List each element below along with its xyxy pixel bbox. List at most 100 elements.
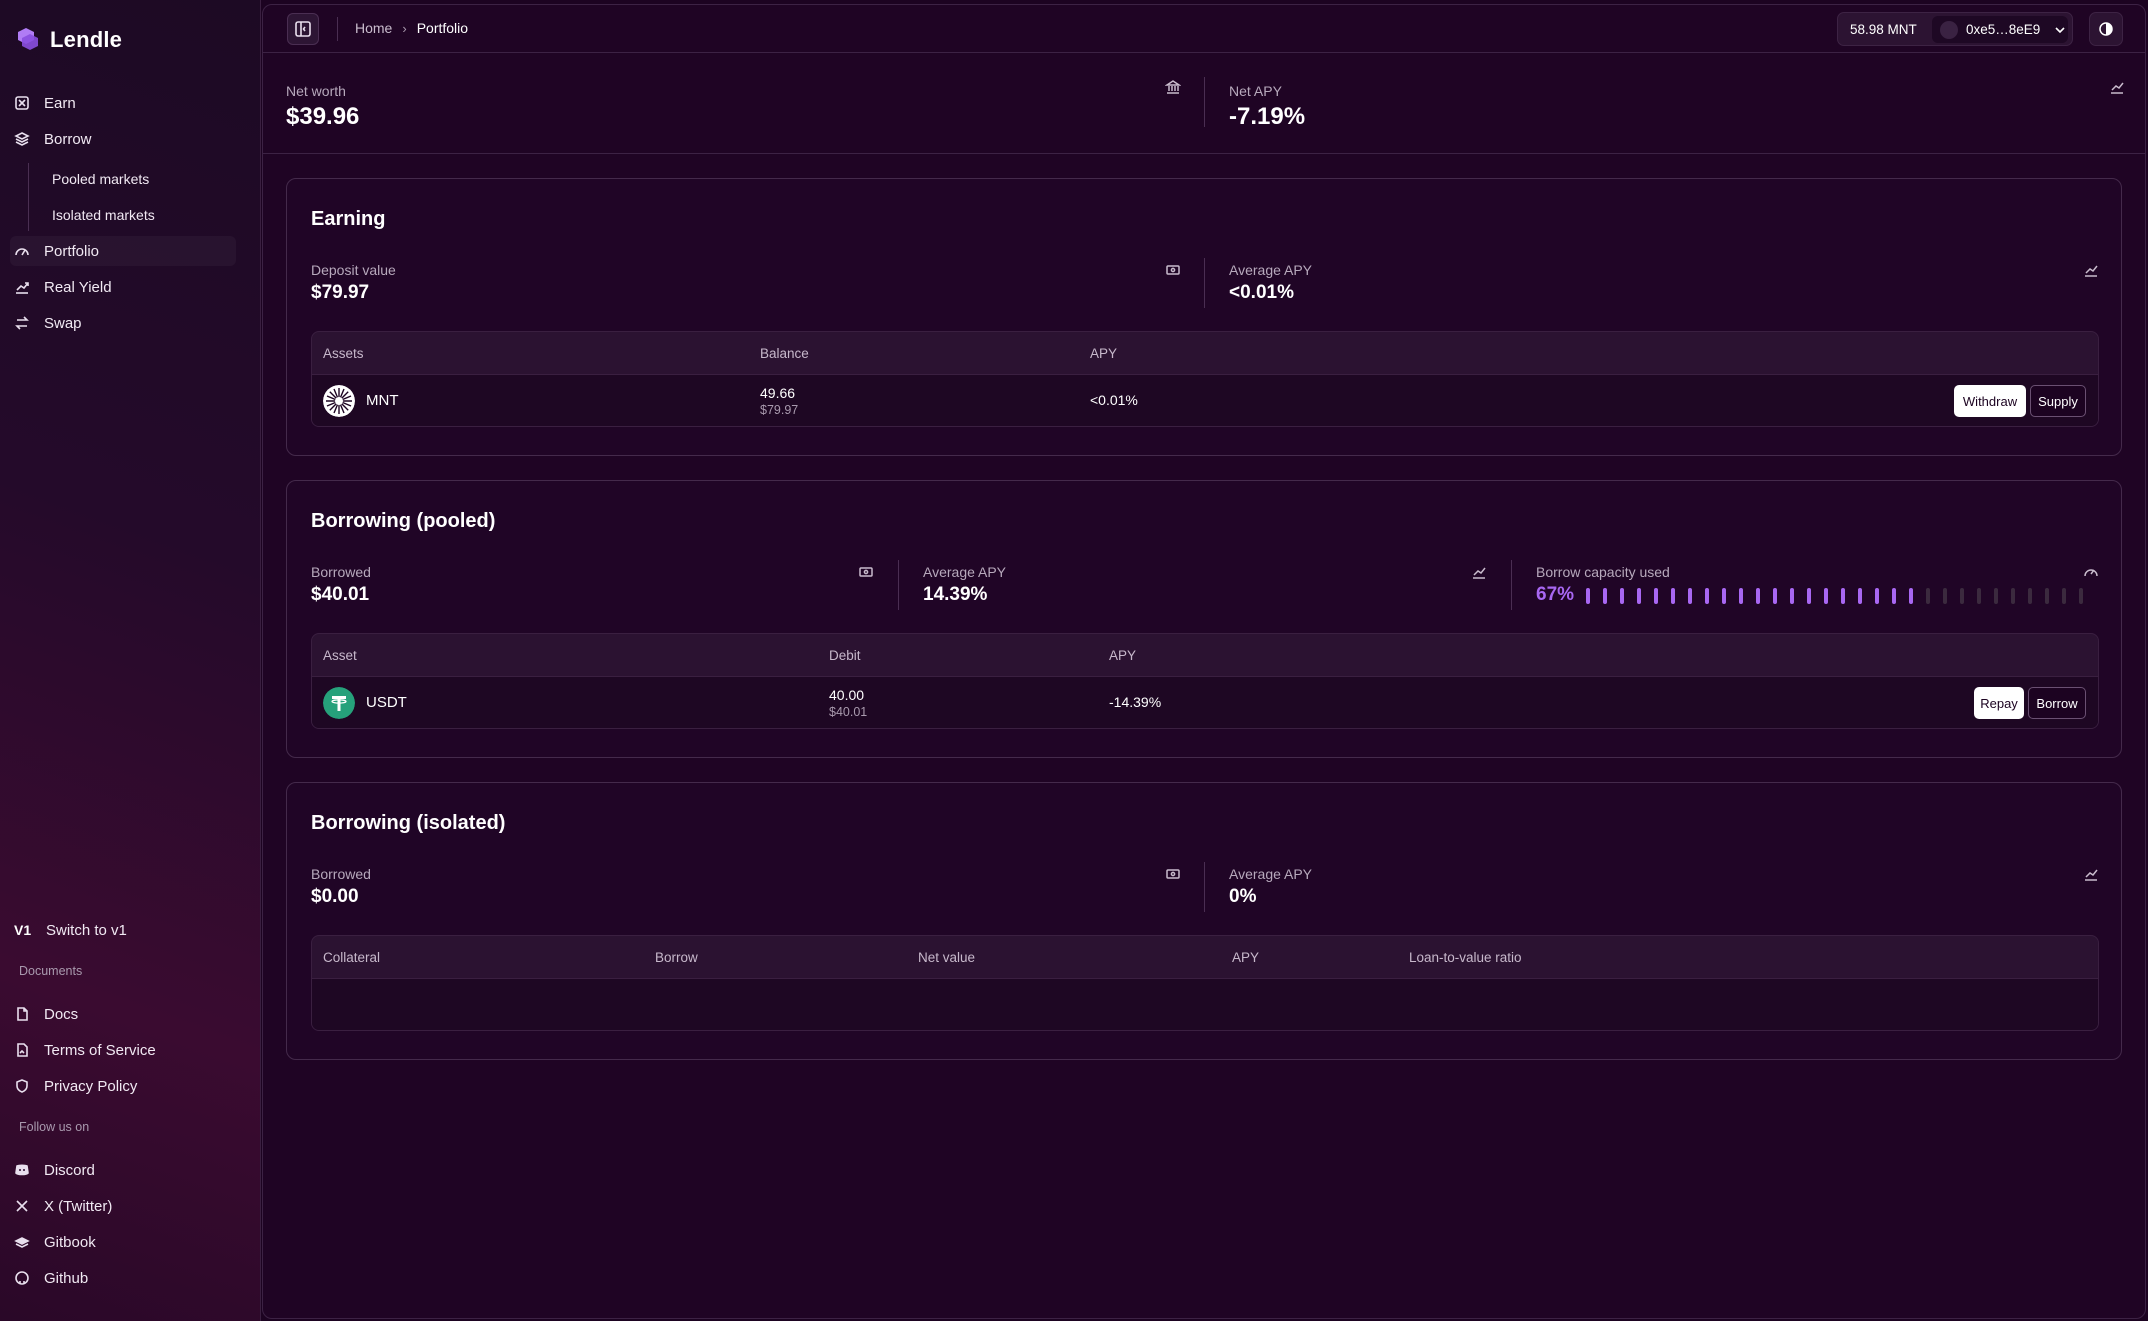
avg-apy-label: Average APY	[1229, 262, 1313, 278]
column-header: Assets	[323, 346, 364, 361]
capacity-tick	[1960, 588, 1964, 604]
document-icon	[17, 1007, 28, 1021]
column-header: Loan-to-value ratio	[1409, 950, 1522, 965]
account-avatar	[1940, 20, 1958, 39]
sidebar-item-swap[interactable]: Swap	[14, 308, 82, 338]
sidebar-item-borrow[interactable]: Borrow	[14, 124, 92, 154]
breadcrumb-current: Portfolio	[416, 20, 469, 36]
borrowing-isolated-card: Borrowing (isolated) Borrowed $0.00 Aver…	[286, 782, 2122, 1060]
terms-label: Terms of Service	[44, 1041, 156, 1059]
github-label: Github	[44, 1269, 89, 1287]
column-header: Balance	[760, 346, 809, 361]
main-panel: Home › Portfolio 58.98 MNT 0xe5…8eE9 Net…	[262, 4, 2146, 1319]
usdt-token-icon	[323, 687, 355, 719]
breadcrumb-home[interactable]: Home	[355, 20, 392, 36]
sidebar-item-portfolio[interactable]: Portfolio	[14, 236, 99, 266]
chart-trend-icon	[2085, 869, 2098, 881]
borrowing-pooled-table: Asset Debit APY USDT 40.00 $40.01 -14.39…	[311, 633, 2099, 729]
capacity-tick	[1824, 588, 1828, 604]
swap-icon	[15, 316, 29, 330]
capacity-tick	[2062, 588, 2066, 604]
table-header: Asset Debit APY	[312, 634, 2098, 676]
earning-avg-apy-stat: Average APY <0.01%	[1229, 262, 1312, 304]
avg-apy-value: 14.39%	[923, 584, 988, 605]
net-apy-label: Net APY	[1229, 83, 1282, 99]
capacity-tick	[1841, 588, 1845, 604]
avg-apy-value: <0.01%	[1229, 282, 1294, 303]
discord-link[interactable]: Discord	[14, 1155, 95, 1185]
borrowed-value: $40.01	[311, 584, 370, 605]
capacity-tick	[1807, 588, 1811, 604]
isolated-borrowed-stat: Borrowed $0.00	[311, 866, 371, 908]
gitbook-label: Gitbook	[44, 1233, 96, 1251]
net-worth-stat: Net worth $39.96	[286, 83, 359, 131]
chart-trend-icon	[2111, 82, 2124, 94]
sidebar-item-pooled-markets[interactable]: Pooled markets	[52, 171, 149, 187]
avg-apy-value: 0%	[1229, 886, 1257, 907]
chevron-right-icon: ›	[402, 20, 407, 36]
sidebar-item-label: Earn	[44, 94, 76, 112]
bank-icon	[1165, 80, 1181, 94]
capacity-tick	[1909, 588, 1913, 604]
privacy-policy-link[interactable]: Privacy Policy	[14, 1071, 137, 1101]
theme-toggle-button[interactable]	[2089, 12, 2123, 46]
earning-card: Earning Deposit value $79.97 Average APY…	[286, 178, 2122, 456]
borrowing-pooled-card: Borrowing (pooled) Borrowed $40.01 Avera…	[286, 480, 2122, 758]
account-dropdown-button[interactable]: 0xe5…8eE9	[1932, 16, 2068, 43]
cash-icon	[1166, 265, 1180, 275]
real-yield-icon	[16, 282, 29, 294]
terms-of-service-link[interactable]: Terms of Service	[14, 1035, 156, 1065]
chart-trend-icon	[1473, 567, 1486, 579]
github-link[interactable]: Github	[14, 1263, 88, 1293]
sidebar-item-earn[interactable]: Earn	[14, 88, 76, 118]
avg-apy-label: Average APY	[923, 564, 1007, 580]
debit-amount: 40.00	[829, 687, 865, 703]
twitter-label: X (Twitter)	[44, 1197, 113, 1215]
capacity-tick	[1790, 588, 1794, 604]
follow-us-heading: Follow us on	[19, 1120, 90, 1134]
capacity-tick	[1586, 588, 1590, 604]
breadcrumb: Home › Portfolio	[355, 20, 468, 36]
withdraw-button[interactable]: Withdraw	[1954, 385, 2026, 417]
balance-amount: 49.66	[760, 385, 796, 401]
sidebar-item-real-yield[interactable]: Real Yield	[14, 272, 112, 302]
sidebar-toggle-button[interactable]	[287, 13, 319, 45]
isolated-avg-apy-stat: Average APY 0%	[1229, 866, 1312, 908]
table-row[interactable]: MNT 49.66 $79.97 <0.01% Withdraw Supply	[312, 374, 2098, 426]
earning-title: Earning	[311, 208, 386, 230]
capacity-tick	[1671, 588, 1675, 604]
divider	[1204, 862, 1205, 912]
capacity-tick	[1637, 588, 1641, 604]
borrow-button[interactable]: Borrow	[2028, 687, 2086, 719]
shield-icon	[16, 1079, 28, 1093]
net-apy-value: -7.19%	[1229, 103, 1306, 130]
twitter-link[interactable]: X (Twitter)	[14, 1191, 112, 1221]
earn-icon	[15, 96, 29, 110]
github-icon	[15, 1271, 29, 1285]
capacity-tick	[1977, 588, 1981, 604]
borrowing-pooled-title: Borrowing (pooled)	[311, 510, 496, 532]
docs-link[interactable]: Docs	[14, 999, 78, 1029]
supply-button[interactable]: Supply	[2030, 385, 2086, 417]
sidebar-item-isolated-markets[interactable]: Isolated markets	[52, 207, 155, 223]
sidebar-item-label: Real Yield	[44, 278, 112, 296]
table-row[interactable]: USDT 40.00 $40.01 -14.39% Repay Borrow	[312, 676, 2098, 728]
column-header: APY	[1232, 950, 1260, 965]
capacity-tick	[1994, 588, 1998, 604]
column-header: Debit	[829, 648, 861, 663]
apy-value: -14.39%	[1109, 694, 1162, 710]
deposit-value-stat: Deposit value $79.97	[311, 262, 396, 304]
repay-button[interactable]: Repay	[1974, 687, 2024, 719]
net-worth-label: Net worth	[286, 83, 346, 99]
brand-logo[interactable]: Lendle	[14, 26, 122, 54]
discord-label: Discord	[44, 1161, 95, 1179]
sidebar-item-label: Borrow	[44, 130, 92, 148]
x-twitter-icon	[16, 1200, 28, 1212]
documents-heading: Documents	[19, 964, 83, 978]
gitbook-icon	[14, 1237, 30, 1248]
net-worth-value: $39.96	[286, 103, 360, 130]
portfolio-summary: Net worth $39.96 Net APY -7.19%	[263, 53, 2145, 154]
switch-to-v1-link[interactable]: V1 Switch to v1	[14, 915, 127, 945]
capacity-tick	[1603, 588, 1607, 604]
gitbook-link[interactable]: Gitbook	[14, 1227, 96, 1257]
